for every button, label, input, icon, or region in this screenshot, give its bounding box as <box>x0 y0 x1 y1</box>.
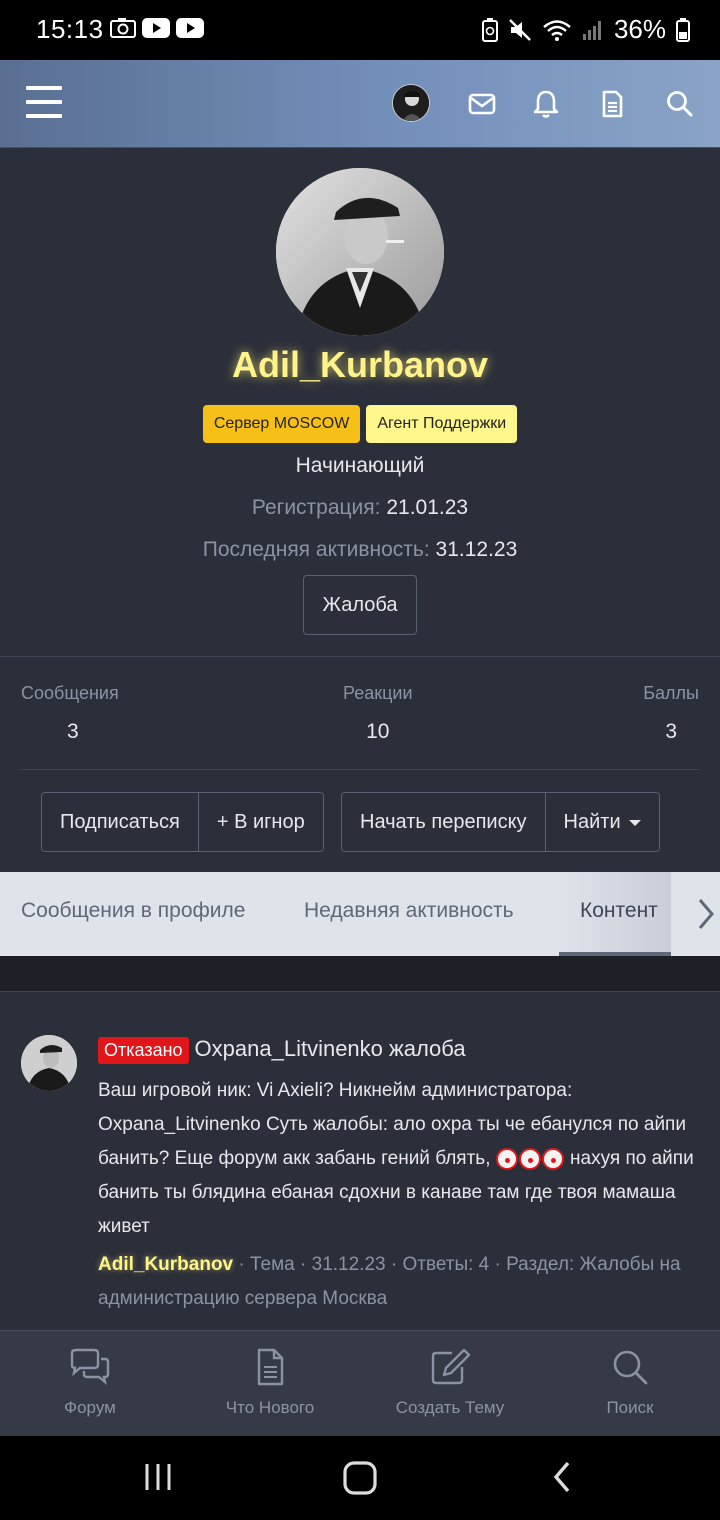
battery-saver-icon <box>481 17 498 42</box>
mail-icon[interactable] <box>466 88 498 120</box>
system-navigation-bar <box>0 1436 720 1520</box>
section-divider <box>0 956 720 992</box>
stat-reactions-value: 10 <box>366 720 390 743</box>
ignore-button[interactable]: + В игнор <box>197 793 323 851</box>
clown-emoji-icon <box>518 1147 541 1170</box>
bottom-navigation: Форум Что Нового Создать Тему Поиск <box>0 1330 720 1436</box>
nav-whats-new-label: Что Нового <box>225 1398 315 1417</box>
bell-icon[interactable] <box>530 88 562 120</box>
nav-create-thread-label: Создать Тему <box>395 1398 505 1417</box>
tabs-scroll-right[interactable] <box>680 872 720 956</box>
nav-whats-new[interactable]: Что Нового <box>180 1331 360 1437</box>
post-meta: Adil_Kurbanov · Тема · 31.12.23 · Ответы… <box>98 1248 708 1316</box>
badge-support-agent: Агент Поддержки <box>366 405 518 443</box>
youtube-icon <box>176 18 204 38</box>
stat-reactions[interactable]: Реакции 10 <box>343 683 413 744</box>
profile-card: Adil_Kurbanov Сервер MOSCOW Агент Поддер… <box>0 148 720 656</box>
nav-forum-label: Форум <box>64 1398 116 1417</box>
youtube-icon <box>142 18 170 38</box>
wifi-icon <box>543 19 571 41</box>
mute-icon <box>509 18 531 41</box>
clown-emoji-icon <box>495 1147 518 1170</box>
signal-icon <box>582 20 601 40</box>
search-icon <box>613 1350 648 1385</box>
back-icon[interactable] <box>548 1460 578 1494</box>
registration-value: 21.01.23 <box>386 496 469 519</box>
follow-button[interactable]: Подписаться <box>42 793 198 851</box>
chevron-right-icon <box>698 899 714 929</box>
last-activity-info: Последняя активность: 31.12.23 <box>0 538 720 562</box>
home-icon[interactable] <box>342 1460 378 1496</box>
post-snippet: Ваш игровой ник: Vi Axieli? Никнейм адми… <box>98 1074 698 1244</box>
status-time: 15:13 <box>36 14 104 44</box>
tab-profile-posts[interactable]: Сообщения в профиле <box>21 872 245 956</box>
registration-info: Регистрация: 21.01.23 <box>0 496 720 520</box>
last-activity-label: Последняя активность: <box>202 538 430 561</box>
stat-reactions-label: Реакции <box>343 683 413 703</box>
start-conversation-button[interactable]: Начать переписку <box>342 793 545 851</box>
user-rank: Начинающий <box>295 454 425 477</box>
stat-messages-label: Сообщения <box>21 683 119 703</box>
post-title-link[interactable]: Отказано Oxpana_Litvinenko жалоба <box>98 1036 466 1064</box>
tab-recent-activity[interactable]: Недавняя активность <box>304 872 514 956</box>
recent-apps-icon[interactable] <box>142 1460 176 1494</box>
conversation-find-group: Начать переписку Найти <box>341 792 660 852</box>
content-item: Отказано Oxpana_Litvinenko жалоба Ваш игр… <box>0 992 720 1330</box>
stat-messages[interactable]: Сообщения 3 <box>21 683 119 744</box>
camera-icon <box>110 18 136 38</box>
header-avatar[interactable] <box>392 84 430 122</box>
screen: 15:13 36% Adil_Kurbanov Сервер MOSCOW Аг… <box>0 0 720 1520</box>
tab-content[interactable]: Контент <box>559 872 671 956</box>
find-dropdown-button[interactable]: Найти <box>544 793 659 851</box>
menu-icon[interactable] <box>26 86 64 120</box>
status-notification-icons <box>110 18 204 38</box>
clown-emoji-icon <box>541 1147 564 1170</box>
profile-stats: Сообщения 3 Реакции 10 Баллы 3 Подписать… <box>0 656 720 871</box>
stat-points-label: Баллы <box>643 683 699 703</box>
badge-server: Сервер MOSCOW <box>202 405 361 443</box>
forum-icon <box>70 1348 110 1386</box>
edit-icon <box>431 1348 471 1385</box>
nav-search-label: Поиск <box>606 1398 654 1417</box>
profile-avatar[interactable] <box>276 168 444 336</box>
search-icon[interactable] <box>664 88 696 120</box>
stat-points-value: 3 <box>665 720 677 743</box>
post-author-link[interactable]: Adil_Kurbanov <box>98 1254 233 1275</box>
status-bar: 15:13 36% <box>0 0 720 60</box>
status-badge: Отказано <box>98 1037 189 1064</box>
divider <box>20 769 699 770</box>
user-badges: Сервер MOSCOW Агент Поддержки <box>0 405 720 443</box>
site-header <box>0 60 720 148</box>
profile-username: Adil_Kurbanov <box>231 344 489 385</box>
nav-forum[interactable]: Форум <box>0 1331 180 1437</box>
post-title: Oxpana_Litvinenko жалоба <box>194 1036 466 1061</box>
document-icon[interactable] <box>596 88 628 120</box>
nav-create-thread[interactable]: Создать Тему <box>360 1331 540 1437</box>
stat-points[interactable]: Баллы 3 <box>643 683 699 744</box>
registration-label: Регистрация: <box>251 496 381 519</box>
nav-search[interactable]: Поиск <box>540 1331 720 1437</box>
stat-messages-value: 3 <box>67 720 79 743</box>
last-activity-value: 31.12.23 <box>435 538 518 561</box>
battery-icon <box>676 17 690 42</box>
post-author-avatar[interactable] <box>21 1035 77 1091</box>
battery-percent: 36% <box>613 14 666 44</box>
report-button[interactable]: Жалоба <box>303 575 417 635</box>
profile-tabs: Сообщения в профиле Недавняя активность … <box>0 872 720 956</box>
status-system-icons: 36% <box>481 14 690 45</box>
follow-ignore-group: Подписаться + В игнор <box>41 792 324 852</box>
document-icon <box>257 1348 284 1386</box>
find-label: Найти <box>563 811 621 833</box>
caret-down-icon <box>628 819 641 826</box>
